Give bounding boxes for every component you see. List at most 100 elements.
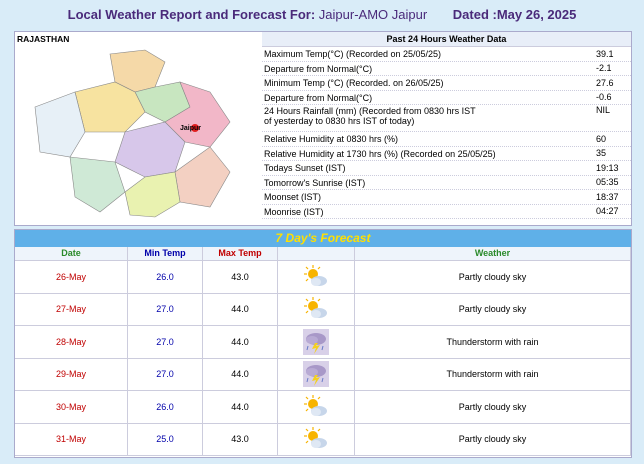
observation-value: 04:27 [596, 206, 619, 217]
forecast-row: 31-May 25.0 43.0 Partly cloudy sky [15, 423, 631, 456]
map-graphic: Jaipur [34, 49, 231, 218]
forecast-row: 30-May 26.0 44.0 Partly cloudy sky [15, 391, 631, 424]
forecast-max-temp: 43.0 [203, 423, 278, 455]
forecast-title: 7 Day's Forecast [15, 230, 631, 247]
header-title: Local Weather Report and Forecast For: [67, 7, 316, 22]
forecast-min-temp: 26.0 [128, 391, 203, 423]
header-date: Dated :May 26, 2025 [452, 7, 577, 22]
forecast-date: 31-May [15, 423, 128, 455]
header-icon [278, 247, 355, 260]
forecast-max-temp: 44.0 [203, 358, 278, 390]
observation-label: Todays Sunset (IST) [262, 162, 596, 173]
observation-label: 24 Hours Rainfall (mm) (Recorded from 08… [262, 105, 596, 126]
forecast-date: 30-May [15, 391, 128, 423]
observation-label: Minimum Temp (°C) (Recorded. on 26/05/25… [262, 77, 596, 88]
rajasthan-map[interactable]: Jaipur RAJASTHAN [15, 32, 261, 225]
forecast-row: 29-May 27.0 44.0 Thunderstorm with rain [15, 358, 631, 391]
forecast-row: 27-May 27.0 44.0 Partly cloudy sky [15, 293, 631, 326]
forecast-max-temp: 44.0 [203, 293, 278, 325]
header-location: Jaipur-AMO Jaipur [318, 7, 428, 22]
forecast-weather: Thunderstorm with rain [355, 358, 631, 390]
header-max-temp: Max Temp [203, 247, 278, 260]
map-title: RAJASTHAN [17, 34, 70, 44]
observation-label-line: Minimum Temp (°C) (Recorded. on 26/05/25… [264, 78, 444, 89]
forecast-min-temp: 25.0 [128, 423, 203, 455]
forecast-min-temp: 27.0 [128, 358, 203, 390]
observation-value: 27.6 [596, 77, 614, 88]
observation-label-line: Departure from Normal(°C) [264, 63, 373, 74]
observation-value: 39.1 [596, 48, 614, 59]
forecast-min-temp: 26.0 [128, 261, 203, 293]
forecast-date: 27-May [15, 293, 128, 325]
header-weather: Weather [355, 247, 631, 260]
observation-label: Tomorrow's Sunrise (IST) [262, 177, 596, 188]
forecast-max-temp: 44.0 [203, 391, 278, 423]
page-header: Local Weather Report and Forecast For: J… [0, 0, 644, 30]
observation-label: Maximum Temp(°C) (Recorded on 25/05/25) [262, 48, 596, 59]
svg-text:Jaipur: Jaipur [180, 125, 201, 132]
forecast-max-temp: 43.0 [203, 261, 278, 293]
observation-value: 05:35 [596, 177, 619, 188]
observation-label: Moonrise (IST) [262, 206, 596, 217]
observation-value: 35 [596, 148, 607, 159]
forecast-row: 28-May 27.0 44.0 Thunderstorm with rain [15, 326, 631, 359]
observation-label-line: Maximum Temp(°C) (Recorded on 25/05/25) [264, 49, 442, 60]
observation-label: Relative Humidity at 0830 hrs (%) [262, 133, 596, 144]
partly-cloudy-icon [278, 391, 355, 423]
observation-row: Moonrise (IST) 04:27 [262, 205, 631, 219]
partly-cloudy-icon [278, 293, 355, 325]
observation-value: -0.6 [596, 92, 612, 103]
forecast-date: 26-May [15, 261, 128, 293]
thunderstorm-icon [278, 326, 355, 358]
observations-table: Past 24 Hours Weather Data Maximum Temp(… [262, 32, 631, 225]
observation-value: 19:13 [596, 162, 619, 173]
forecast-max-temp: 44.0 [203, 326, 278, 358]
observation-row: Minimum Temp (°C) (Recorded. on 26/05/25… [262, 76, 631, 91]
observation-label: Relative Humidity at 1730 hrs (%) (Recor… [262, 148, 596, 159]
observation-label-line: Relative Humidity at 0830 hrs (%) [264, 134, 399, 145]
observation-label-line: of yesterday to 0830 hrs IST of today) [264, 116, 415, 126]
observation-value: -2.1 [596, 63, 612, 74]
forecast-header-row: Date Min Temp Max Temp Weather [15, 247, 631, 261]
observation-row: Departure from Normal(°C) -0.6 [262, 91, 631, 105]
observation-label-line: 24 Hours Rainfall (mm) (Recorded from 08… [264, 106, 476, 116]
observation-label: Departure from Normal(°C) [262, 92, 596, 103]
observation-row: 24 Hours Rainfall (mm) (Recorded from 08… [262, 105, 631, 132]
observation-value: 18:37 [596, 191, 619, 202]
observation-value: NIL [596, 105, 611, 115]
forecast-weather: Partly cloudy sky [355, 391, 631, 423]
observation-label-line: Todays Sunset (IST) [264, 163, 346, 174]
observations-title: Past 24 Hours Weather Data [262, 32, 631, 47]
top-panel: Jaipur RAJASTHAN Past 24 Hours Weather D… [14, 31, 632, 226]
thunderstorm-icon [278, 358, 355, 390]
header-min-temp: Min Temp [128, 247, 203, 260]
observation-label-line: Moonset (IST) [264, 192, 322, 203]
forecast-weather: Thunderstorm with rain [355, 326, 631, 358]
forecast-weather: Partly cloudy sky [355, 293, 631, 325]
observation-label: Moonset (IST) [262, 191, 596, 202]
observation-row: Maximum Temp(°C) (Recorded on 25/05/25) 3… [262, 47, 631, 62]
partly-cloudy-icon [278, 261, 355, 293]
observation-row: Relative Humidity at 1730 hrs (%) (Recor… [262, 147, 631, 161]
observation-row: Tomorrow's Sunrise (IST) 05:35 [262, 176, 631, 190]
forecast-date: 29-May [15, 358, 128, 390]
observation-label: Departure from Normal(°C) [262, 63, 596, 74]
observation-label-line: Tomorrow's Sunrise (IST) [264, 177, 366, 188]
forecast-min-temp: 27.0 [128, 326, 203, 358]
forecast-weather: Partly cloudy sky [355, 261, 631, 293]
forecast-weather: Partly cloudy sky [355, 423, 631, 455]
observation-row: Relative Humidity at 0830 hrs (%) 60 [262, 132, 631, 147]
forecast-table: 7 Day's Forecast Date Min Temp Max Temp … [14, 229, 632, 458]
observation-row: Departure from Normal(°C) -2.1 [262, 62, 631, 76]
forecast-row: 26-May 26.0 43.0 Partly cloudy sky [15, 261, 631, 294]
observation-row: Todays Sunset (IST) 19:13 [262, 161, 631, 176]
header-date: Date [15, 247, 128, 260]
observation-label-line: Relative Humidity at 1730 hrs (%) (Recor… [264, 148, 496, 159]
observation-row: Moonset (IST) 18:37 [262, 190, 631, 205]
forecast-date: 28-May [15, 326, 128, 358]
observation-value: 60 [596, 133, 607, 144]
forecast-min-temp: 27.0 [128, 293, 203, 325]
partly-cloudy-icon [278, 423, 355, 455]
observation-label-line: Departure from Normal(°C) [264, 92, 373, 103]
observation-label-line: Moonrise (IST) [264, 206, 324, 217]
